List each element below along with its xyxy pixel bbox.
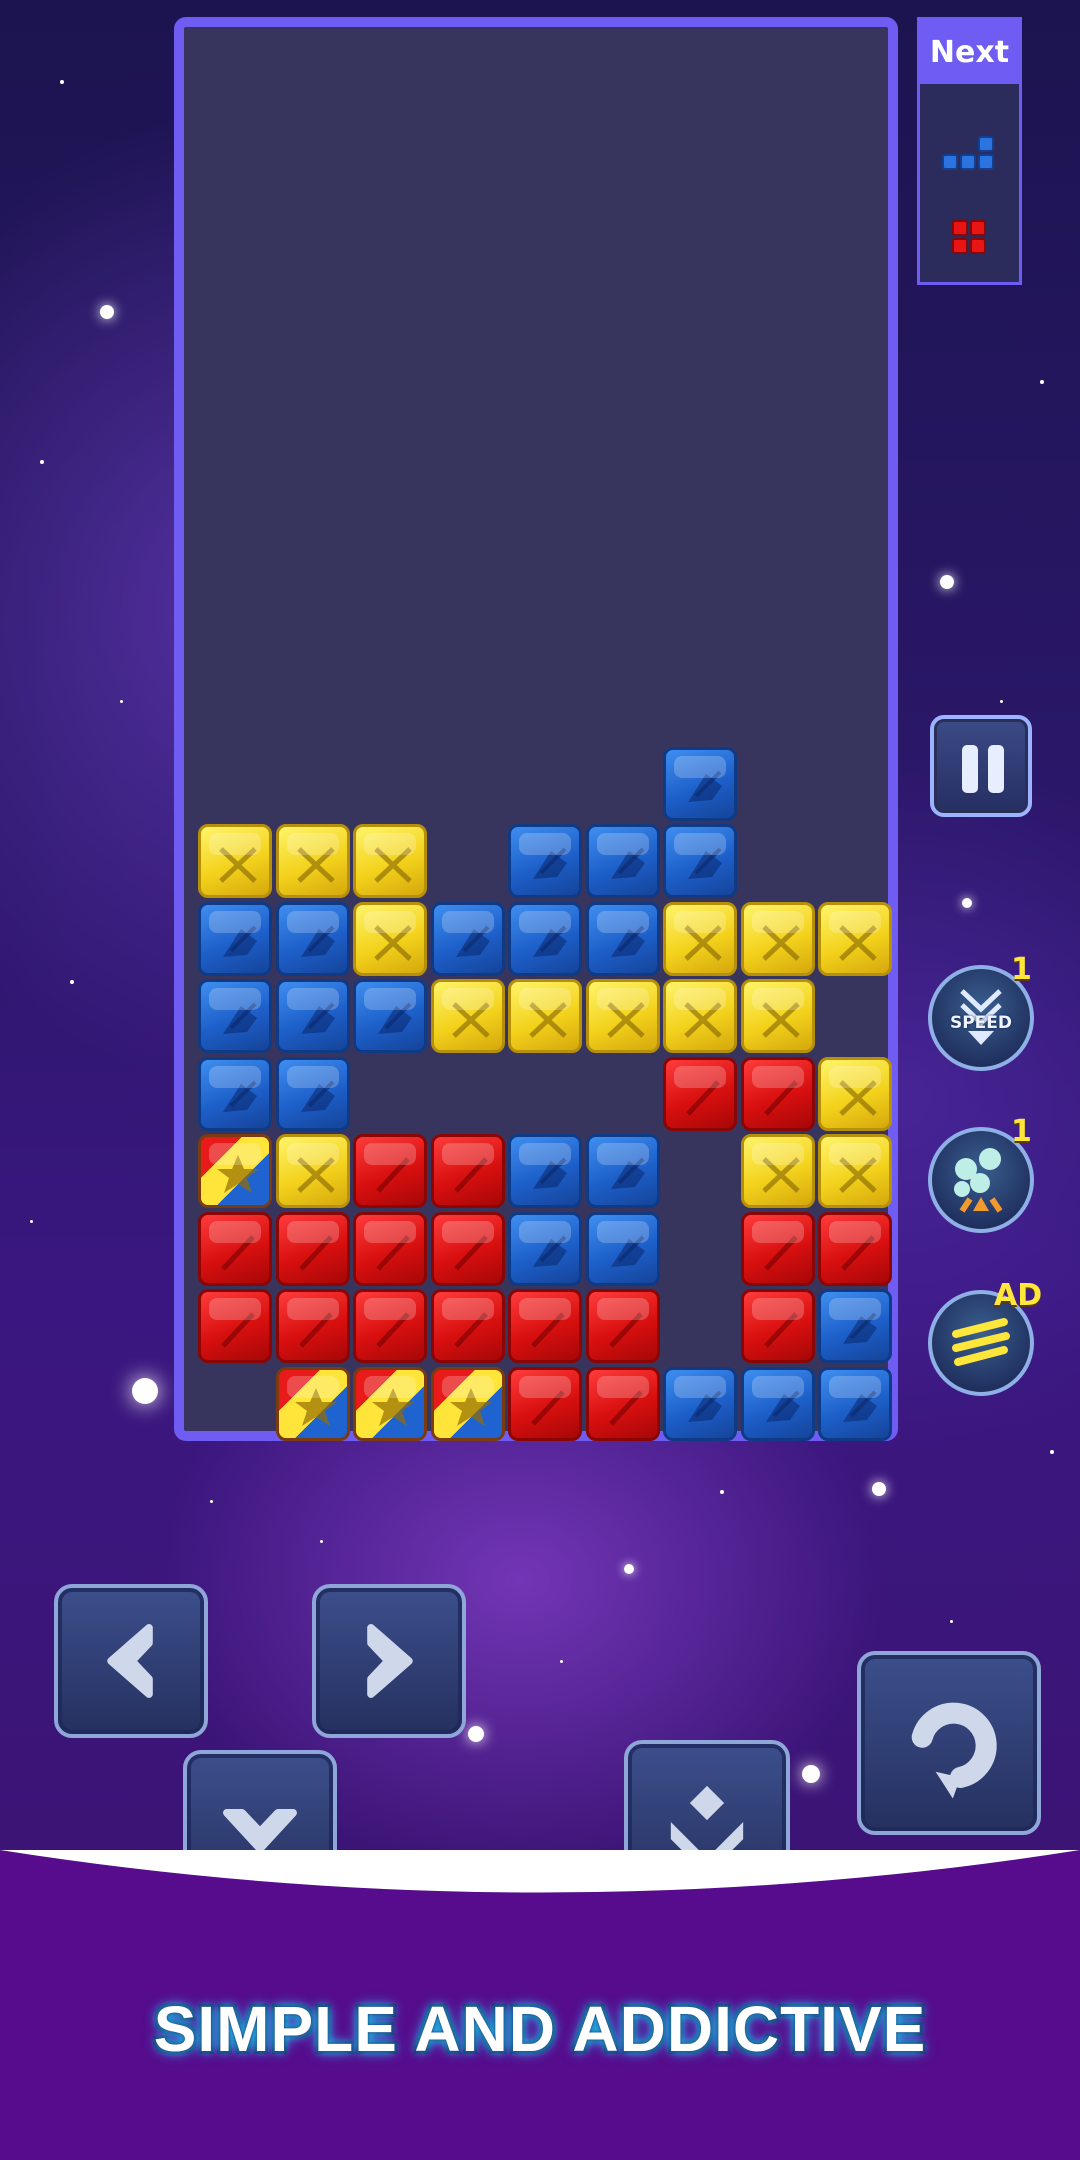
- star-block: [430, 1366, 505, 1441]
- bomb-count-badge: 1: [1011, 1114, 1032, 1149]
- speed-label: SPEED: [949, 1013, 1013, 1033]
- blue-block: [663, 1366, 737, 1441]
- yellow-block: [275, 824, 350, 898]
- blue-block: [198, 901, 272, 976]
- yellow-block: [585, 979, 660, 1053]
- next-piece-panel: Next: [917, 17, 1022, 285]
- blue-block: [663, 824, 737, 898]
- next-piece-block: [978, 154, 994, 170]
- next-piece-block: [970, 220, 986, 236]
- red-block: [198, 1289, 272, 1363]
- star-block: [198, 1134, 272, 1208]
- yellow-block: [740, 901, 815, 976]
- next-piece-block: [970, 238, 986, 254]
- chevron-right-icon: [367, 1624, 413, 1698]
- star-block: [353, 1366, 427, 1441]
- red-block: [430, 1134, 505, 1208]
- yellow-block: [663, 901, 737, 976]
- next-piece-block: [952, 220, 968, 236]
- red-block: [353, 1134, 427, 1208]
- blue-block: [663, 746, 737, 821]
- next-piece-block: [952, 238, 968, 254]
- red-block: [275, 1289, 350, 1363]
- rotate-icon: [911, 1702, 997, 1799]
- move-left-button[interactable]: [54, 1584, 208, 1738]
- red-block: [585, 1289, 660, 1363]
- red-block: [198, 1211, 272, 1286]
- blue-block: [818, 1366, 892, 1441]
- blue-block: [198, 979, 272, 1053]
- red-block: [818, 1211, 892, 1286]
- red-block: [430, 1289, 505, 1363]
- blue-block: [275, 901, 350, 976]
- red-block: [508, 1289, 582, 1363]
- blue-block: [508, 1134, 582, 1208]
- blue-block: [508, 1211, 582, 1286]
- rotate-button[interactable]: [857, 1651, 1041, 1835]
- yellow-block: [430, 979, 505, 1053]
- yellow-block: [818, 1056, 892, 1131]
- chevron-left-icon: [107, 1624, 153, 1698]
- next-piece-block: [942, 154, 958, 170]
- blue-block: [198, 1056, 272, 1131]
- yellow-block: [740, 1134, 815, 1208]
- blue-block: [740, 1366, 815, 1441]
- red-block: [740, 1056, 815, 1131]
- tagline: SIMPLE AND ADDICTIVE: [153, 1993, 927, 2065]
- blue-block: [275, 979, 350, 1053]
- yellow-block: [818, 901, 892, 976]
- blue-block: [508, 824, 582, 898]
- yellow-block: [198, 824, 272, 898]
- yellow-block: [818, 1134, 892, 1208]
- yellow-block: [353, 824, 427, 898]
- red-block: [740, 1211, 815, 1286]
- red-block: [275, 1211, 350, 1286]
- blue-block: [585, 824, 660, 898]
- ad-badge: AD: [994, 1278, 1043, 1313]
- blue-block: [353, 979, 427, 1053]
- blue-block: [818, 1289, 892, 1363]
- yellow-block: [663, 979, 737, 1053]
- yellow-block: [275, 1134, 350, 1208]
- red-block: [663, 1056, 737, 1131]
- next-piece-block: [978, 136, 994, 152]
- red-block: [508, 1366, 582, 1441]
- banner-wave: [0, 1850, 1080, 1893]
- yellow-block: [508, 979, 582, 1053]
- red-block: [353, 1211, 427, 1286]
- move-right-button[interactable]: [312, 1584, 466, 1738]
- yellow-block: [740, 979, 815, 1053]
- blue-block: [430, 901, 505, 976]
- next-title: Next: [920, 20, 1019, 84]
- speed-count-badge: 1: [1011, 952, 1032, 987]
- blue-block: [275, 1056, 350, 1131]
- next-piece-preview: [920, 84, 1019, 282]
- blue-block: [585, 1211, 660, 1286]
- game-board[interactable]: [174, 17, 898, 1441]
- star-block: [275, 1366, 350, 1441]
- blue-block: [585, 901, 660, 976]
- next-piece-block: [960, 154, 976, 170]
- yellow-block: [353, 901, 427, 976]
- blue-block: [508, 901, 582, 976]
- red-block: [430, 1211, 505, 1286]
- red-block: [585, 1366, 660, 1441]
- red-block: [740, 1289, 815, 1363]
- red-block: [353, 1289, 427, 1363]
- blue-block: [585, 1134, 660, 1208]
- pause-button[interactable]: [930, 715, 1032, 817]
